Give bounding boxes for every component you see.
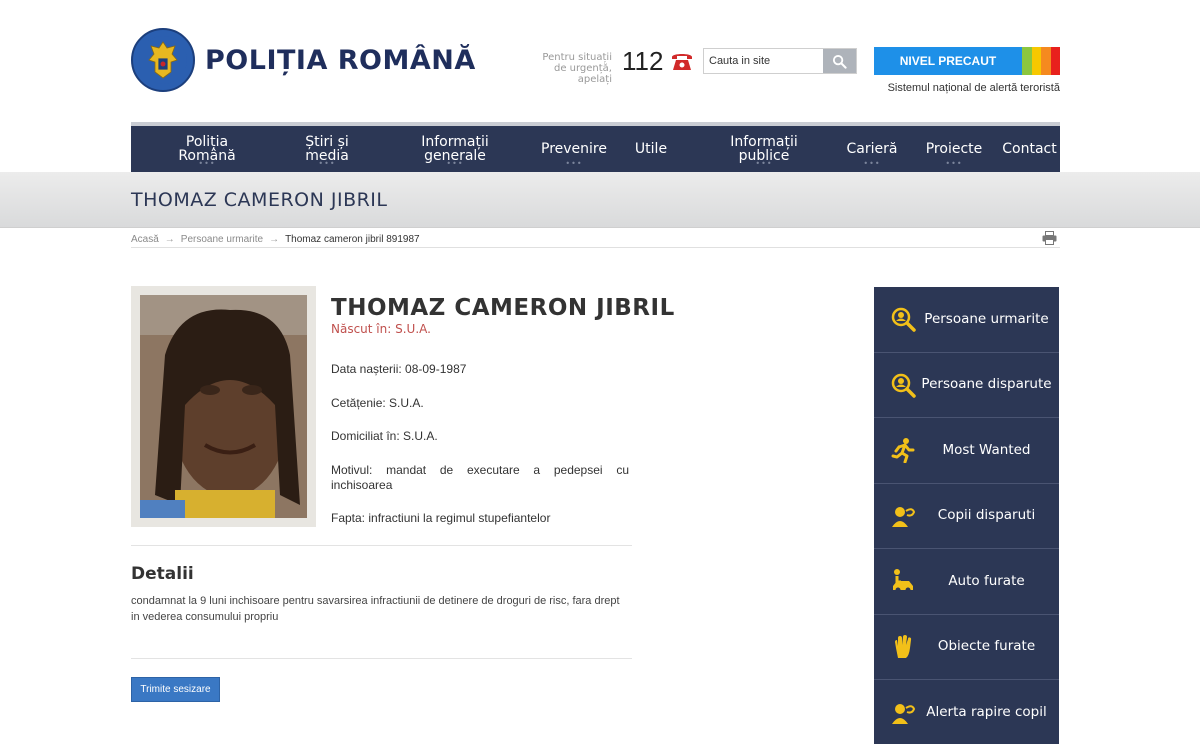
car-icon <box>890 568 916 594</box>
profile-photo <box>140 295 307 518</box>
residence: Domiciliat în: S.U.A. <box>331 429 438 443</box>
divider <box>131 545 632 546</box>
site-logo[interactable]: POLIȚIA ROMÂNĂ <box>131 28 476 92</box>
offense: Fapta: infractiuni la regimul stupefiant… <box>331 511 551 525</box>
nav-item-politia-romana[interactable]: Poliția Română ••• <box>131 126 283 172</box>
breadcrumb-arrow-icon: → <box>164 233 175 245</box>
sidebar-item-copii-disparuti[interactable]: Copii disparuti <box>874 484 1059 549</box>
terror-alert-button[interactable]: NIVEL PRECAUT <box>874 47 1060 75</box>
alert-bar <box>1031 47 1041 75</box>
emergency-text: Pentru situații de urgență, apelați <box>542 52 612 85</box>
breadcrumb-current: Thomaz cameron jibril 891987 <box>285 233 420 245</box>
main-nav: Poliția Română ••• Știri și media ••• Info… <box>131 122 1060 172</box>
profile-name: THOMAZ CAMERON JIBRIL <box>331 295 675 321</box>
breadcrumb-home[interactable]: Acasă <box>131 234 159 245</box>
birth-date: Data nașterii: 08-09-1987 <box>331 362 467 376</box>
running-man-icon <box>890 437 916 464</box>
sidebar-item-auto-furate[interactable]: Auto furate <box>874 549 1059 615</box>
sidebar-item-label: Most Wanted <box>942 441 1031 458</box>
coat-of-arms-icon <box>131 28 195 92</box>
sidebar-item-label: Obiecte furate <box>937 638 1036 655</box>
alert-level-label: NIVEL PRECAUT <box>874 47 1022 75</box>
child-icon <box>890 503 916 529</box>
sidebar-item-obiecte-furate[interactable]: Obiecte furate <box>874 615 1059 680</box>
submit-report-button[interactable]: Trimite sesizare <box>131 677 220 702</box>
nav-dots: ••• <box>318 159 336 168</box>
details-text: condamnat la 9 luni inchisoare pentru sa… <box>131 595 620 623</box>
search-box <box>703 48 857 74</box>
nav-item-label: Prevenire <box>541 141 607 157</box>
person-search-icon <box>890 306 916 332</box>
nav-item-stiri-media[interactable]: Știri și media ••• <box>283 126 371 172</box>
nav-item-label: Contact <box>1002 141 1057 157</box>
details-title: Detalii <box>131 564 194 584</box>
sidebar-item-alerta-rapire-copil[interactable]: Alerta rapire copil <box>874 680 1059 744</box>
nav-item-informatii-publice[interactable]: Informații publice ••• <box>693 126 835 172</box>
nav-item-prevenire[interactable]: Prevenire ••• <box>539 126 609 172</box>
alert-bar <box>1022 47 1032 75</box>
sidebar-item-persoane-disparute[interactable]: Persoane disparute <box>874 353 1059 418</box>
alert-caption[interactable]: Sistemul național de alertă teroristă <box>874 82 1060 94</box>
citizenship: Cetățenie: S.U.A. <box>331 396 424 410</box>
nav-item-proiecte[interactable]: Proiecte ••• <box>909 126 999 172</box>
search-icon <box>832 54 847 69</box>
nav-item-label: Carieră <box>846 141 898 157</box>
logo-text: POLIȚIA ROMÂNĂ <box>205 44 476 76</box>
nav-dots: ••• <box>446 159 464 168</box>
nav-dots: ••• <box>565 159 583 168</box>
hand-icon <box>890 634 916 660</box>
search-button[interactable] <box>823 49 856 73</box>
sidebar-item-label: Alerta rapire copil <box>926 704 1047 721</box>
sidebar-item-label: Copii disparuti <box>937 507 1036 524</box>
phone-icon <box>670 50 694 72</box>
alert-level-bars <box>1022 47 1060 75</box>
sidebar-item-label: Persoane disparute <box>921 376 1052 393</box>
breadcrumb: Acasă → Persoane urmarite → Thomaz camer… <box>131 231 1060 248</box>
nav-dots: ••• <box>945 159 963 168</box>
child-icon <box>890 700 916 726</box>
nav-item-contact[interactable]: Contact <box>999 126 1060 172</box>
search-input[interactable] <box>704 49 824 73</box>
nav-dots: ••• <box>198 159 216 168</box>
site-header: POLIȚIA ROMÂNĂ Pentru situații de urgenț… <box>0 0 1200 122</box>
nav-item-label: Proiecte <box>925 141 983 157</box>
page-title: THOMAZ CAMERON JIBRIL <box>131 189 388 211</box>
divider <box>131 658 632 659</box>
reason: Motivul: mandat de executare a pedepsei … <box>331 463 629 492</box>
nav-item-label: Utile <box>634 141 668 157</box>
alert-bar <box>1041 47 1051 75</box>
nav-dots: ••• <box>755 159 773 168</box>
sidebar-item-persoane-urmarite[interactable]: Persoane urmarite <box>874 287 1059 353</box>
alert-bar <box>1050 47 1060 75</box>
nav-dots: ••• <box>863 159 881 168</box>
sidebar-item-label: Auto furate <box>948 572 1025 589</box>
sidebar: Persoane urmarite Persoane disparute Mos… <box>874 287 1059 744</box>
print-icon[interactable] <box>1042 231 1057 245</box>
breadcrumb-wanted-persons[interactable]: Persoane urmarite <box>181 234 263 245</box>
page-title-band: THOMAZ CAMERON JIBRIL <box>0 172 1200 228</box>
breadcrumb-arrow-icon: → <box>269 233 280 245</box>
sidebar-item-most-wanted[interactable]: Most Wanted <box>874 418 1059 484</box>
profile-photo-frame <box>131 286 316 527</box>
nav-item-cariera[interactable]: Carieră ••• <box>835 126 909 172</box>
nav-item-utile[interactable]: Utile <box>609 126 693 172</box>
nav-item-informatii-generale[interactable]: Informații generale ••• <box>371 126 539 172</box>
person-search-icon <box>890 372 916 398</box>
emergency-number: 112 <box>622 46 664 76</box>
sidebar-item-label: Persoane urmarite <box>924 310 1049 327</box>
profile-born: Născut în: S.U.A. <box>331 322 431 336</box>
